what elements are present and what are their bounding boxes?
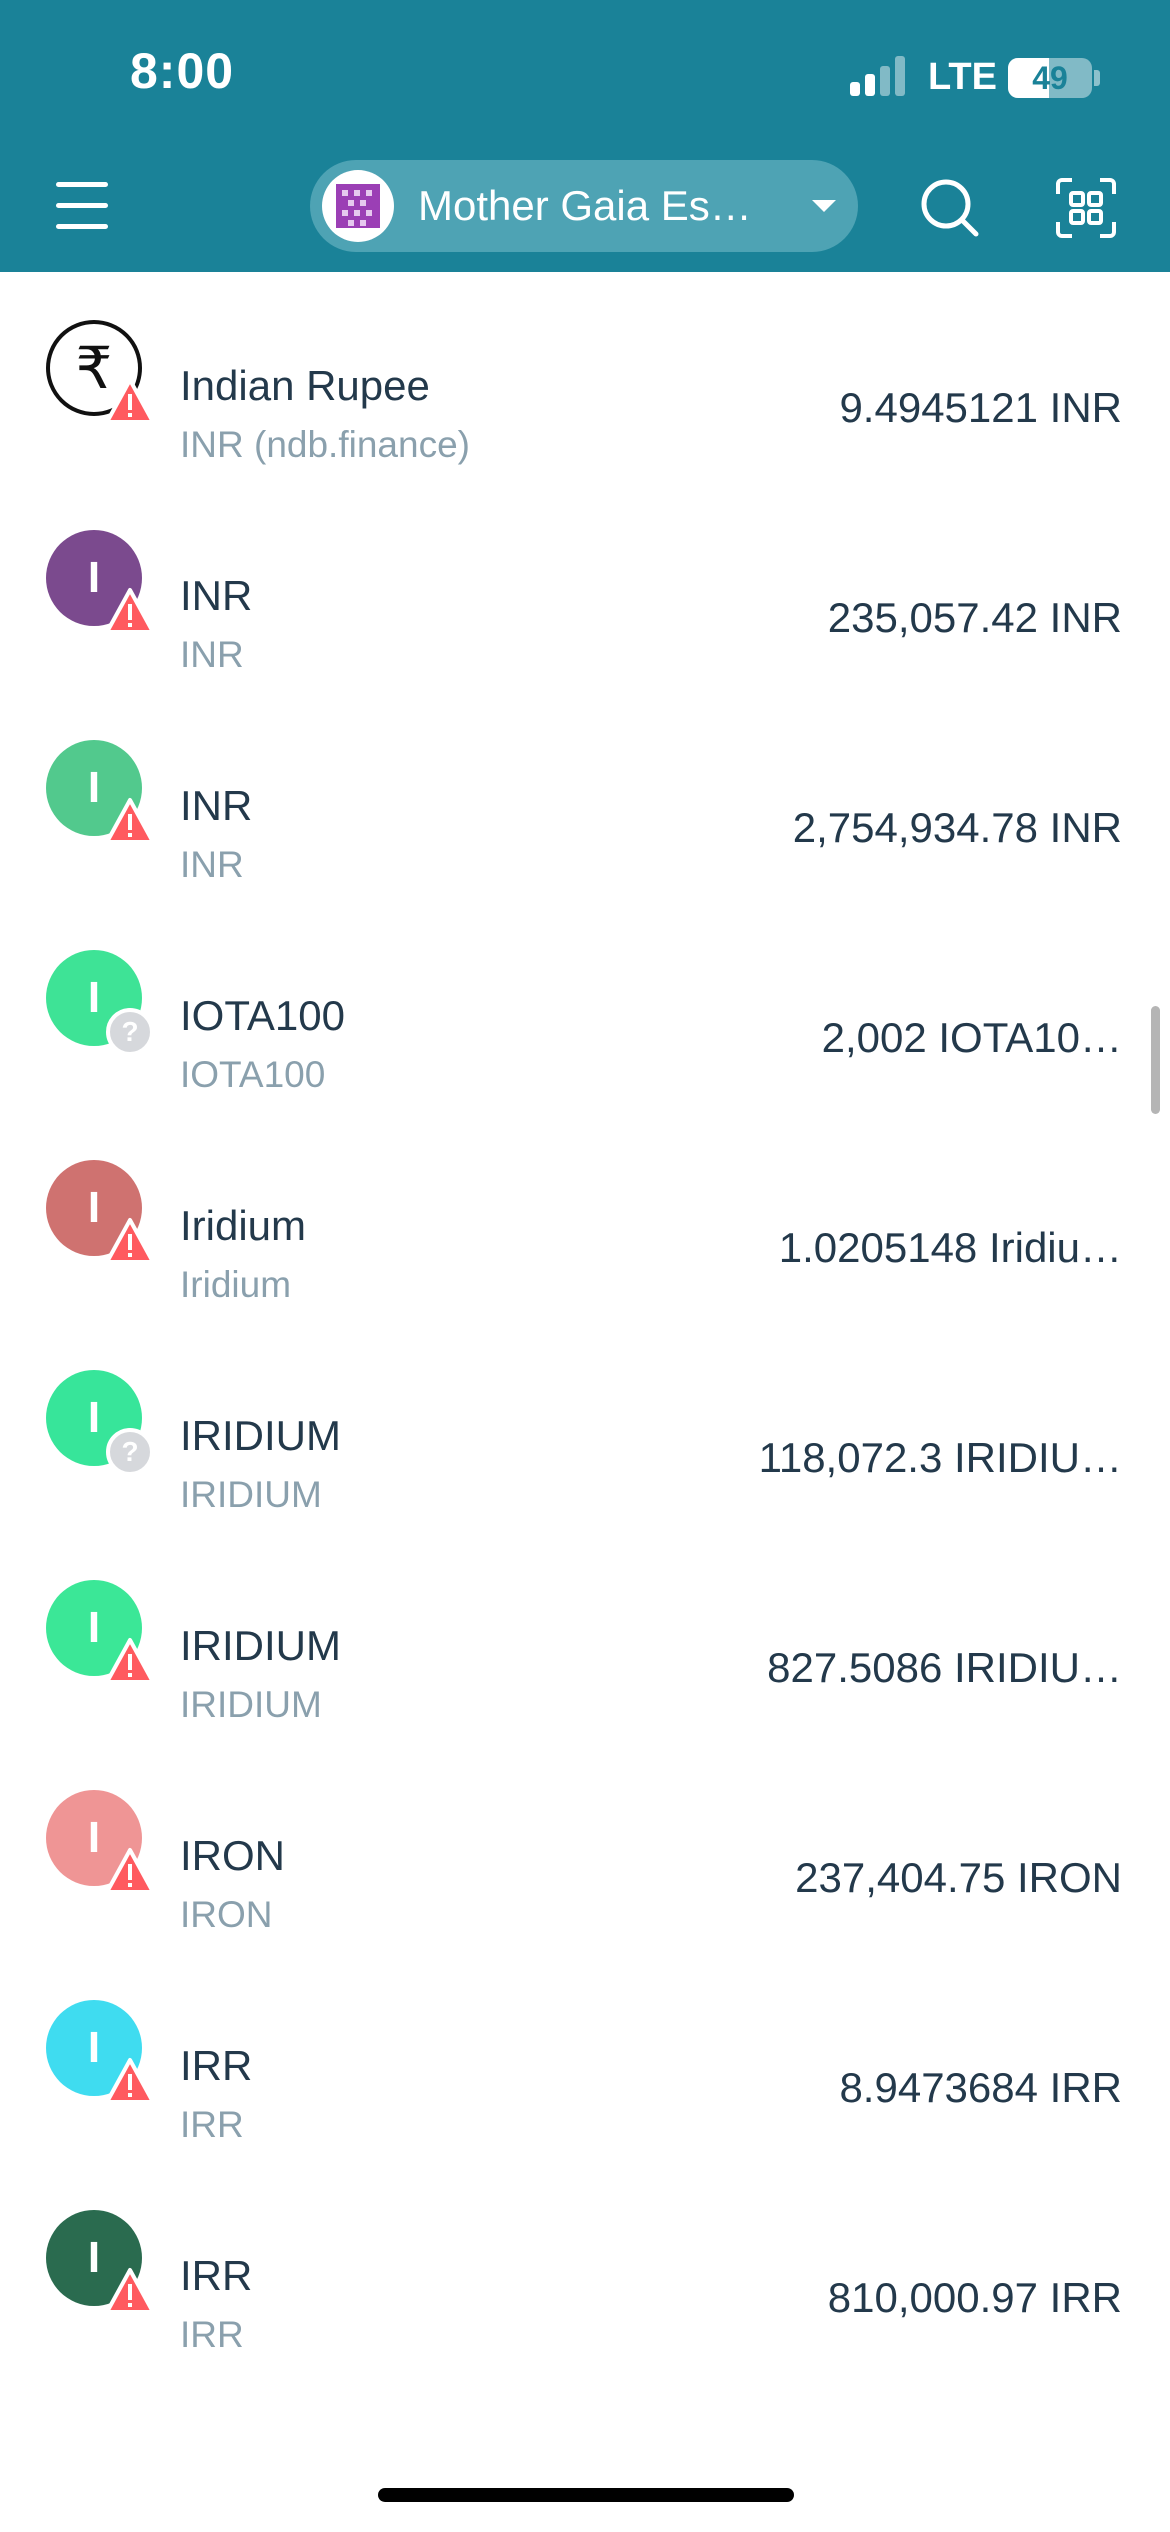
qr-scan-icon[interactable] [1054,176,1118,240]
asset-code: IOTA100 [180,1054,326,1095]
asset-code: IRR [180,2314,244,2355]
warning-icon [104,1216,156,1268]
asset-balance: 8.9473684 IRR [839,2064,1122,2111]
question-icon: ? [104,1006,156,1058]
asset-name: INR [180,782,253,829]
asset-code: INR (ndb.finance) [180,424,470,465]
asset-row[interactable]: I IRR IRR 8.9473684 IRR [0,1952,1170,2162]
warning-icon [104,796,156,848]
caret-down-icon [812,200,836,212]
asset-balance: 235,057.42 INR [827,594,1122,641]
warning-icon [104,376,156,428]
asset-code: IRIDIUM [180,1474,322,1515]
warning-icon [104,1846,156,1898]
asset-name: IRR [180,2252,253,2299]
asset-row[interactable]: I IRR IRR 810,000.97 IRR [0,2162,1170,2372]
asset-balance: 810,000.97 IRR [827,2274,1122,2321]
asset-row[interactable]: I? IOTA100 IOTA100 2,002 IOTA10… [0,902,1170,1112]
wallet-avatar-icon [322,170,394,242]
wallet-selector[interactable]: Mother Gaia Es… [310,160,858,252]
asset-code: IRR [180,2104,244,2145]
network-type: LTE [928,56,997,98]
asset-balance: 118,072.3 IRIDIU… [758,1434,1122,1481]
asset-name: Iridium [180,1202,307,1249]
warning-icon [104,1636,156,1688]
asset-code: INR [180,634,244,675]
asset-balance: 2,754,934.78 INR [792,804,1122,851]
battery-tip [1094,70,1100,86]
search-icon[interactable] [918,176,982,240]
asset-balance: 827.5086 IRIDIU… [767,1644,1122,1691]
asset-name: Indian Rupee [180,362,430,409]
asset-name: INR [180,572,253,619]
asset-row[interactable]: I Iridium Iridium 1.0205148 Iridiu… [0,1112,1170,1322]
asset-balance: 2,002 IOTA10… [821,1014,1122,1061]
asset-code: INR [180,844,244,885]
scrollbar[interactable] [1151,1006,1160,1114]
asset-row[interactable]: I? IRIDIUM IRIDIUM 118,072.3 IRIDIU… [0,1322,1170,1532]
battery-level: 49 [1032,60,1068,96]
asset-name: IRON [180,1832,285,1879]
warning-icon [104,2266,156,2318]
asset-balance: 9.4945121 INR [839,384,1122,431]
asset-row[interactable]: I INR INR 2,754,934.78 INR [0,692,1170,902]
asset-balance: 1.0205148 Iridiu… [778,1224,1122,1271]
asset-code: IRIDIUM [180,1684,322,1725]
wallet-name: Mother Gaia Es… [418,182,752,229]
asset-name: IOTA100 [180,992,345,1039]
warning-icon [104,2056,156,2108]
app-header: 8:00 LTE 49 Mother Gaia Es… [0,0,1170,272]
asset-name: IRIDIUM [180,1412,341,1459]
cellular-signal-icon [850,54,910,96]
battery-icon: 49 [1008,58,1092,98]
status-time: 8:00 [130,43,235,99]
home-indicator[interactable] [378,2488,794,2502]
svg-text:?: ? [121,1016,138,1047]
asset-balance: 237,404.75 IRON [795,1854,1122,1901]
asset-code: IRON [180,1894,273,1935]
asset-row[interactable]: I INR INR 235,057.42 INR [0,482,1170,692]
svg-text:?: ? [121,1436,138,1467]
asset-name: IRIDIUM [180,1622,341,1669]
asset-name: IRR [180,2042,253,2089]
asset-row[interactable]: ₹ Indian Rupee INR (ndb.finance) 9.4945121 … [0,272,1170,482]
asset-code: Iridium [180,1264,292,1305]
asset-row[interactable]: I IRON IRON 237,404.75 IRON [0,1742,1170,1952]
asset-row[interactable]: I IRIDIUM IRIDIUM 827.5086 IRIDIU… [0,1532,1170,1742]
question-icon: ? [104,1426,156,1478]
warning-icon [104,586,156,638]
hamburger-menu-icon[interactable] [52,176,112,236]
